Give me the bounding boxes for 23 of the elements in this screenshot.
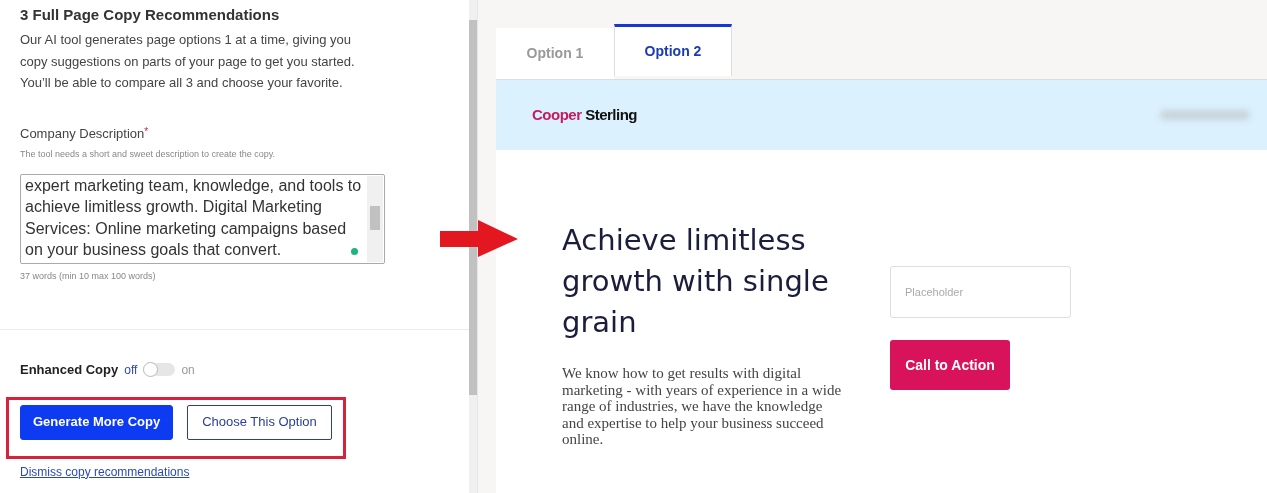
- intro-text: Our AI tool generates page options 1 at a time, giving you copy suggestions on parts of your page to get you started. You’ll be able to compare all 3 and choose your favorite.: [20, 31, 356, 92]
- cta-button[interactable]: Call to Action: [890, 340, 1010, 390]
- input-field[interactable]: Placeholder: [890, 266, 1071, 318]
- status-dot-icon: [351, 247, 358, 255]
- field-label: Company Description*: [20, 124, 150, 143]
- generate-button[interactable]: Generate More Copy: [20, 404, 174, 440]
- scrollbar[interactable]: [469, 0, 477, 493]
- headline: Achieve limitless growth with single grain: [562, 222, 830, 341]
- brand-logo: Cooper Sterling: [532, 104, 637, 125]
- panel-title: 3 Full Page Copy Recommendations: [20, 6, 281, 24]
- toggle-label: Enhanced Copy: [20, 361, 119, 379]
- body-text: We know how to get results with digital marketing - with years of experience in a wide range of industries, we have the knowledge and expertise to help your business succeed online.: [562, 365, 842, 448]
- word-count: 37 words (min 10 max 100 words): [20, 269, 157, 283]
- choose-button[interactable]: Choose This Option: [187, 404, 332, 440]
- dismiss-link[interactable]: Dismiss copy recommendations: [20, 462, 190, 481]
- toggle-switch[interactable]: [143, 363, 176, 377]
- off-label: off: [124, 361, 138, 379]
- hint-text: The tool needs a short and sweet description to create the copy.: [20, 148, 276, 161]
- scrollbar[interactable]: [367, 175, 383, 262]
- tab[interactable]: Option 2: [614, 24, 732, 76]
- on-label: on: [181, 361, 195, 379]
- description-field[interactable]: expert marketing team, knowledge, and tools to achieve limitless growth. Digital Marketing Services: Online marketing campaigns based on your business goals that convert.: [20, 173, 385, 264]
- arrow-icon: [440, 220, 520, 258]
